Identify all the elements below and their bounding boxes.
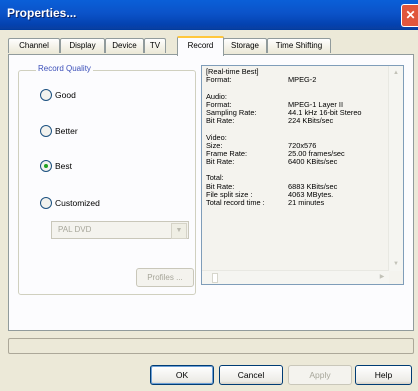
scroll-up-icon[interactable]: ▲ xyxy=(390,67,402,79)
info-value: 6400 KBits/sec xyxy=(288,157,338,167)
tab-display[interactable]: Display xyxy=(60,38,105,53)
radio-customized-label: Customized xyxy=(55,198,100,208)
info-value: 21 minutes xyxy=(288,198,325,207)
window-title: Properties... xyxy=(7,6,77,20)
info-row: Bit Rate: 6400 KBits/sec xyxy=(206,157,386,167)
info-row xyxy=(206,84,386,92)
scroll-right-icon[interactable]: ▶ xyxy=(376,271,388,283)
profiles-button[interactable]: Profiles ... xyxy=(136,268,194,287)
info-row: Bit Rate: 224 KBits/sec xyxy=(206,116,386,126)
record-quality-group xyxy=(18,70,196,295)
status-bar xyxy=(8,338,414,354)
radio-good-label: Good xyxy=(55,90,76,100)
info-rows: [Real-time Best] Format: MPEG-2 Audio: Forma… xyxy=(206,67,386,207)
info-value: 224 KBits/sec xyxy=(288,116,334,126)
radio-better-label: Better xyxy=(55,126,78,136)
info-row xyxy=(206,125,386,133)
horizontal-scrollbar[interactable]: ▶ xyxy=(202,270,389,284)
info-row: Total record time : 21 minutes xyxy=(206,198,386,207)
radio-best-indicator xyxy=(40,160,52,172)
info-key: Bit Rate: xyxy=(206,157,235,167)
radio-best-label: Best xyxy=(55,161,73,171)
record-info-box[interactable]: [Real-time Best] Format: MPEG-2 Audio: Forma… xyxy=(201,65,404,285)
info-row: Format: MPEG-2 xyxy=(206,75,386,85)
radio-customized-indicator xyxy=(40,197,52,209)
tab-device[interactable]: Device xyxy=(105,38,144,53)
info-row xyxy=(206,166,386,174)
close-button[interactable]: ✕ xyxy=(401,4,418,27)
radio-best[interactable]: Best xyxy=(40,160,72,172)
vertical-scrollbar[interactable]: ▲ ▼ xyxy=(388,66,403,271)
info-key: Bit Rate: xyxy=(206,116,235,126)
ok-button[interactable]: OK xyxy=(150,365,214,385)
help-button[interactable]: Help xyxy=(355,365,412,385)
radio-customized[interactable]: Customized xyxy=(40,197,100,209)
apply-button[interactable]: Apply xyxy=(288,365,352,385)
title-bar: Properties... ✕ xyxy=(0,0,418,30)
tab-tv[interactable]: TV xyxy=(144,38,166,53)
profile-dropdown-value: PAL DVD xyxy=(58,225,92,234)
record-quality-label: Record Quality xyxy=(36,64,93,73)
tab-channel[interactable]: Channel xyxy=(8,38,60,53)
scroll-thumb[interactable] xyxy=(212,273,218,283)
close-icon: ✕ xyxy=(405,8,416,22)
tab-storage[interactable]: Storage xyxy=(223,38,267,53)
tab-time-shifting[interactable]: Time Shifting xyxy=(267,38,331,53)
radio-better[interactable]: Better xyxy=(40,125,78,137)
info-key: Total record time : xyxy=(206,198,265,207)
radio-good[interactable]: Good xyxy=(40,89,76,101)
info-key: Format: xyxy=(206,75,232,85)
info-value: MPEG-2 xyxy=(288,75,317,85)
cancel-button[interactable]: Cancel xyxy=(219,365,283,385)
radio-better-indicator xyxy=(40,125,52,137)
tab-record[interactable]: Record xyxy=(177,36,224,56)
chevron-down-icon: ▼ xyxy=(171,223,187,239)
radio-good-indicator xyxy=(40,89,52,101)
profile-dropdown[interactable]: PAL DVD ▼ xyxy=(51,221,189,239)
scroll-down-icon[interactable]: ▼ xyxy=(390,258,402,270)
